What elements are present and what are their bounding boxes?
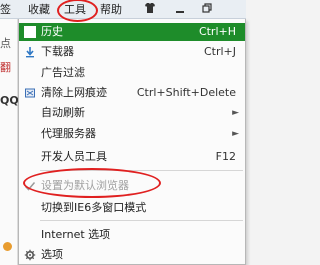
- menu-item-label: 下载器: [41, 45, 74, 58]
- menu-item-shortcut: Ctrl+H: [198, 25, 236, 38]
- menu-item-shortcut: F12: [215, 150, 236, 163]
- menu-item-label: 自动刷新: [41, 106, 85, 119]
- download-arrow-icon: [24, 46, 36, 58]
- menu-item-label: 广告过滤: [41, 66, 85, 79]
- menu-tools[interactable]: 工具: [64, 2, 86, 17]
- page-left-strip: 点 翻 QQ: [0, 19, 19, 265]
- tools-menu: 历史 Ctrl+H 下载器 Ctrl+J 广告过滤 清除上网痕迹 Ctrl+Sh…: [18, 19, 246, 265]
- page-fragment-top: 点: [0, 37, 11, 50]
- menu-item-label: 选项: [41, 248, 63, 261]
- menu-item-label: Internet 选项: [41, 228, 111, 241]
- menu-item-internet-options[interactable]: Internet 选项: [19, 226, 245, 244]
- menu-item-set-default-browser: 设置为默认浏览器: [19, 177, 245, 195]
- gear-icon: [24, 249, 36, 261]
- menu-item-options[interactable]: 选项: [19, 246, 245, 264]
- submenu-arrow-icon: ►: [232, 108, 239, 118]
- menu-favorites[interactable]: 收藏: [28, 2, 50, 17]
- menu-help[interactable]: 帮助: [100, 2, 122, 17]
- page-fragment-mid: 翻: [0, 61, 11, 74]
- menu-separator: [40, 170, 243, 171]
- menu-item-label: 切换到IE6多窗口模式: [41, 201, 147, 214]
- menu-item-auto-refresh[interactable]: 自动刷新 ►: [19, 104, 245, 122]
- checkbox-icon: [24, 26, 36, 38]
- menu-item-ie6-mode[interactable]: 切换到IE6多窗口模式: [19, 199, 245, 217]
- menu-item-proxy[interactable]: 代理服务器 ►: [19, 125, 245, 143]
- submenu-arrow-icon: ►: [232, 129, 239, 139]
- menu-item-shortcut: Ctrl+J: [203, 45, 236, 58]
- qq-label: QQ: [0, 94, 19, 107]
- menu-item-dev-tools[interactable]: 开发人员工具 F12: [19, 148, 245, 166]
- menubar: 签 收藏 工具 帮助: [0, 0, 246, 19]
- menu-item-label: 设置为默认浏览器: [41, 179, 129, 192]
- menu-item-history[interactable]: 历史 Ctrl+H: [19, 23, 245, 41]
- menu-separator: [40, 220, 243, 221]
- menu-item-label: 开发人员工具: [41, 150, 107, 163]
- menu-item-label: 清除上网痕迹: [41, 86, 107, 99]
- menu-item-shortcut: Ctrl+Shift+Delete: [136, 86, 236, 99]
- minimize-icon[interactable]: [173, 2, 187, 16]
- restore-icon[interactable]: [200, 2, 214, 16]
- menubar-fragment: 签: [0, 3, 11, 16]
- eraser-icon: [24, 87, 36, 99]
- status-dot-icon: [3, 242, 12, 251]
- menu-item-ad-filter[interactable]: 广告过滤: [19, 64, 245, 82]
- menu-item-clear-traces[interactable]: 清除上网痕迹 Ctrl+Shift+Delete: [19, 84, 245, 102]
- menu-item-label: 代理服务器: [41, 127, 96, 140]
- menu-item-downloader[interactable]: 下载器 Ctrl+J: [19, 43, 245, 61]
- checkmark-icon: [24, 180, 36, 192]
- menu-item-label: 历史: [41, 25, 63, 38]
- shirt-icon[interactable]: [143, 2, 157, 16]
